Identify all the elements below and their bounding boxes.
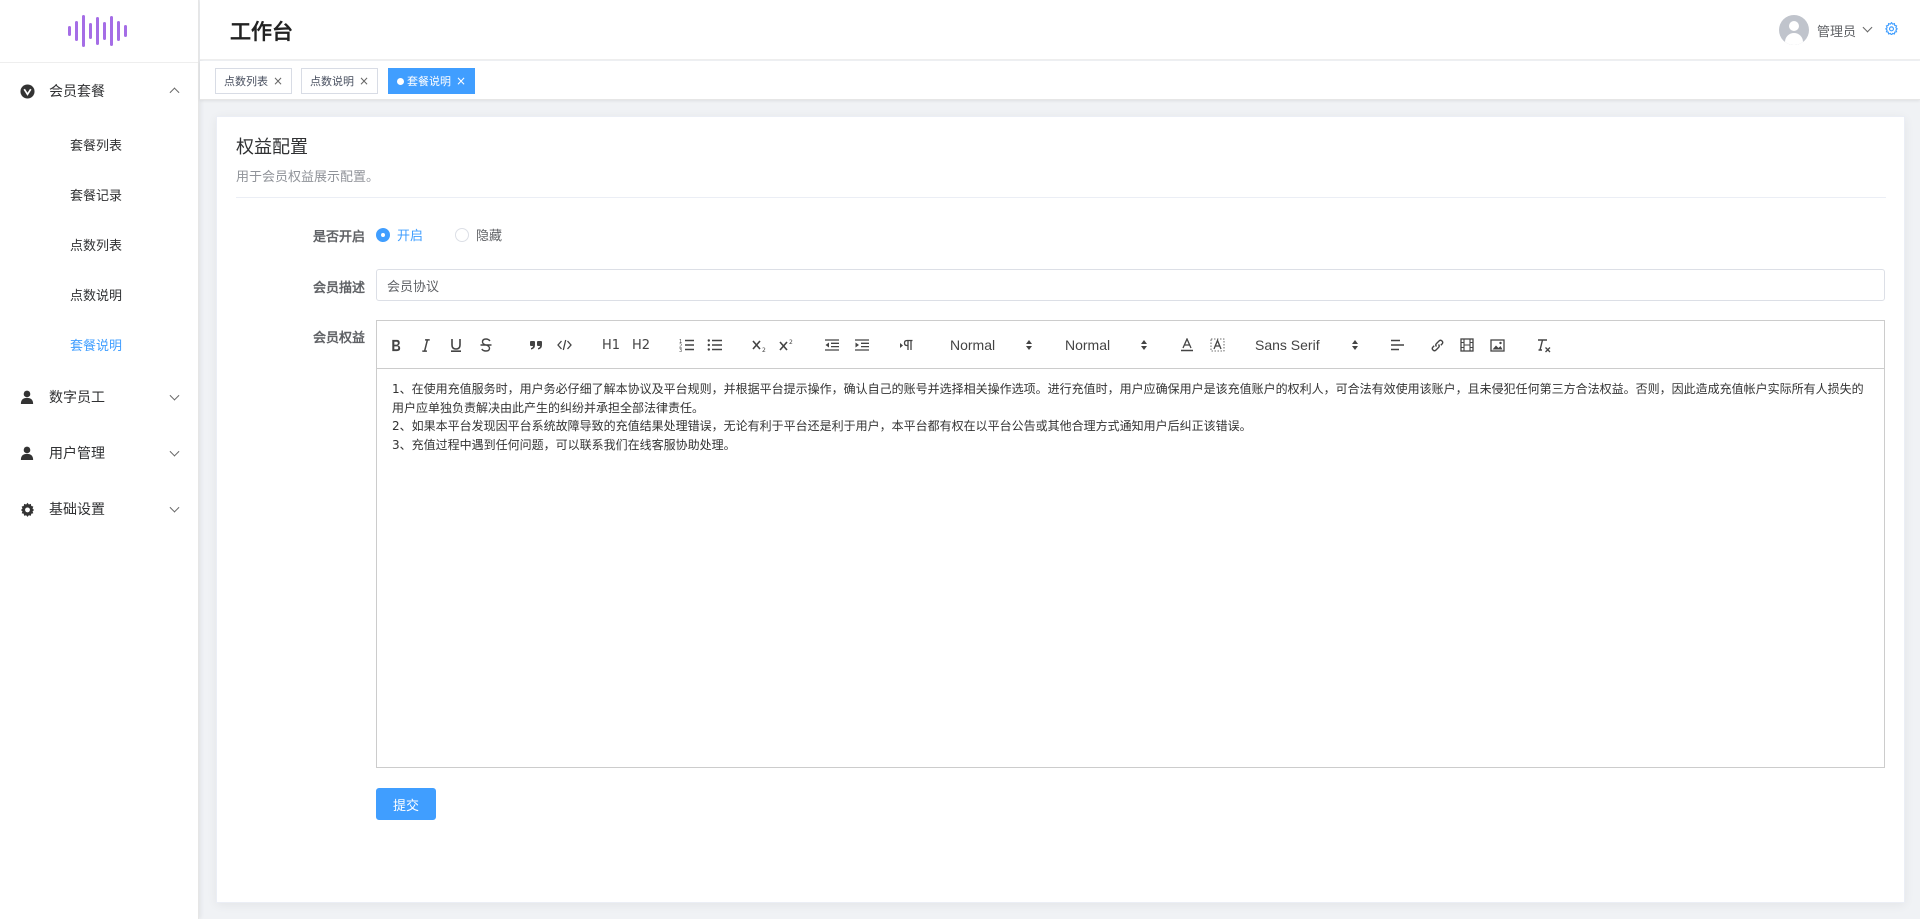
chevron-down-icon[interactable] xyxy=(1862,22,1873,32)
submit-button[interactable]: 提交 xyxy=(376,788,436,820)
image-icon[interactable] xyxy=(1487,333,1507,357)
chevron-up-icon xyxy=(169,87,180,98)
sidebar-item-package-explanation[interactable]: 套餐说明 xyxy=(0,319,198,369)
logo-waveform-icon xyxy=(68,15,127,47)
font-color-icon[interactable] xyxy=(1177,333,1197,357)
close-icon[interactable]: × xyxy=(456,74,466,88)
indent-icon[interactable] xyxy=(852,333,872,357)
menu-title-label: 会员套餐 xyxy=(49,84,105,100)
header-select-value: Normal xyxy=(950,337,996,353)
svg-text:2: 2 xyxy=(762,347,766,352)
strikethrough-icon[interactable] xyxy=(477,333,495,357)
sidebar-item-package-list[interactable]: 套餐列表 xyxy=(0,119,198,169)
editor-content[interactable]: 1、在使用充值服务时，用户务必仔细了解本协议及平台规则，并根据平台提示操作，确认… xyxy=(377,369,1884,465)
menu-title-label: 用户管理 xyxy=(49,446,105,462)
svg-text:3: 3 xyxy=(679,348,682,352)
editor-paragraph: 2、如果本平台发现因平台系统故障导致的充值结果处理错误，无论有利于平台还是利于用… xyxy=(392,419,1252,433)
font-select-value: Sans Serif xyxy=(1255,337,1320,353)
menu-title-digital-staff[interactable]: 数字员工 xyxy=(0,369,198,425)
tags-view: 点数列表 × 点数说明 × 套餐说明 × xyxy=(200,61,1920,100)
tag-label: 套餐说明 xyxy=(407,75,451,88)
up-down-arrow-icon xyxy=(1141,340,1147,350)
h2-icon[interactable]: H2 xyxy=(630,333,652,357)
code-block-icon[interactable] xyxy=(555,333,573,357)
enabled-label: 是否开启 xyxy=(312,230,365,245)
member-rights-label: 会员权益 xyxy=(312,331,365,346)
menu-title-membership[interactable]: 会员套餐 xyxy=(0,63,198,119)
superscript-icon[interactable]: 2 xyxy=(777,333,797,357)
sidebar-item-points-list[interactable]: 点数列表 xyxy=(0,219,198,269)
radio-label[interactable]: 隐藏 xyxy=(476,225,502,244)
font-select[interactable]: Sans Serif xyxy=(1255,333,1365,357)
sidebar: 会员套餐 套餐列表 套餐记录 点数列表 点数说明 套餐说明 数字员工 用户管理 … xyxy=(0,0,199,919)
radio-hide[interactable]: 隐藏 xyxy=(455,225,502,244)
ordered-list-icon[interactable]: 123 xyxy=(677,333,697,357)
user-menu[interactable]: 管理员 xyxy=(1778,14,1899,46)
close-icon[interactable]: × xyxy=(359,74,369,88)
up-down-arrow-icon xyxy=(1352,340,1358,350)
menu-group-membership: 会员套餐 套餐列表 套餐记录 点数列表 点数说明 套餐说明 xyxy=(0,63,198,369)
divider xyxy=(236,197,1886,198)
subscript-icon[interactable]: 2 xyxy=(750,333,770,357)
tag-points-list[interactable]: 点数列表 × xyxy=(215,68,293,94)
logo xyxy=(0,0,198,63)
bold-icon[interactable] xyxy=(387,333,405,357)
menu-title-label: 数字员工 xyxy=(49,390,105,406)
underline-icon[interactable] xyxy=(447,333,465,357)
card-title: 权益配置 xyxy=(236,137,308,158)
align-left-icon[interactable] xyxy=(1387,333,1407,357)
person-icon xyxy=(19,445,35,461)
chevron-down-icon xyxy=(169,446,180,457)
svg-text:2: 2 xyxy=(789,339,793,346)
sidebar-item-points-explanation[interactable]: 点数说明 xyxy=(0,269,198,319)
member-desc-label: 会员描述 xyxy=(312,281,365,296)
tag-label: 点数说明 xyxy=(310,75,354,88)
blockquote-icon[interactable] xyxy=(527,333,545,357)
active-dot-icon xyxy=(397,77,404,85)
up-down-arrow-icon xyxy=(1026,340,1032,350)
chevron-down-icon xyxy=(169,390,180,401)
italic-icon[interactable] xyxy=(417,333,435,357)
top-header: 工作台 管理员 xyxy=(200,0,1920,60)
member-desc-input[interactable] xyxy=(376,269,1885,301)
menu-title-user-management[interactable]: 用户管理 xyxy=(0,425,198,481)
h1-icon[interactable]: H1 xyxy=(600,333,622,357)
vip-icon xyxy=(19,83,35,99)
link-icon[interactable] xyxy=(1427,333,1447,357)
tag-points-explanation[interactable]: 点数说明 × xyxy=(301,68,379,94)
header-select[interactable]: Normal xyxy=(950,333,1050,357)
video-icon[interactable] xyxy=(1457,333,1477,357)
tag-label: 点数列表 xyxy=(224,75,268,88)
size-select-value: Normal xyxy=(1065,337,1111,353)
settings-gear-icon[interactable] xyxy=(1884,21,1899,39)
radio-circle[interactable] xyxy=(376,227,390,242)
radio-circle[interactable] xyxy=(455,227,469,242)
gear-icon xyxy=(19,501,35,517)
size-select[interactable]: Normal xyxy=(1065,333,1165,357)
editor-paragraph: 1、在使用充值服务时，用户务必仔细了解本协议及平台规则，并根据平台提示操作，确认… xyxy=(392,382,1864,415)
rights-config-card: 权益配置 用于会员权益展示配置。 是否开启 开启 隐藏 会员描述 会员权益 xyxy=(216,116,1905,903)
chevron-down-icon xyxy=(169,502,180,513)
text-direction-icon[interactable] xyxy=(897,333,917,357)
person-icon xyxy=(19,389,35,405)
card-description: 用于会员权益展示配置。 xyxy=(236,170,380,185)
clear-format-icon[interactable] xyxy=(1534,333,1554,357)
menu-title-basic-settings[interactable]: 基础设置 xyxy=(0,481,198,537)
background-color-icon[interactable] xyxy=(1207,333,1227,357)
bullet-list-icon[interactable] xyxy=(705,333,725,357)
sidebar-item-package-records[interactable]: 套餐记录 xyxy=(0,169,198,219)
page-title: 工作台 xyxy=(230,20,293,44)
rich-text-editor[interactable]: H1 H2 123 2 2 Normal Normal Sans Serif 1… xyxy=(376,320,1885,768)
close-icon[interactable]: × xyxy=(273,74,283,88)
radio-label[interactable]: 开启 xyxy=(397,225,423,244)
avatar[interactable] xyxy=(1778,15,1809,45)
editor-paragraph: 3、充值过程中遇到任何问题，可以联系我们在线客服协助处理。 xyxy=(392,437,736,452)
radio-on[interactable]: 开启 xyxy=(376,225,423,244)
menu-title-label: 基础设置 xyxy=(49,502,105,518)
user-name[interactable]: 管理员 xyxy=(1817,21,1856,40)
editor-toolbar: H1 H2 123 2 2 Normal Normal Sans Serif xyxy=(377,321,1884,369)
tag-package-explanation[interactable]: 套餐说明 × xyxy=(388,68,476,94)
outdent-icon[interactable] xyxy=(822,333,842,357)
